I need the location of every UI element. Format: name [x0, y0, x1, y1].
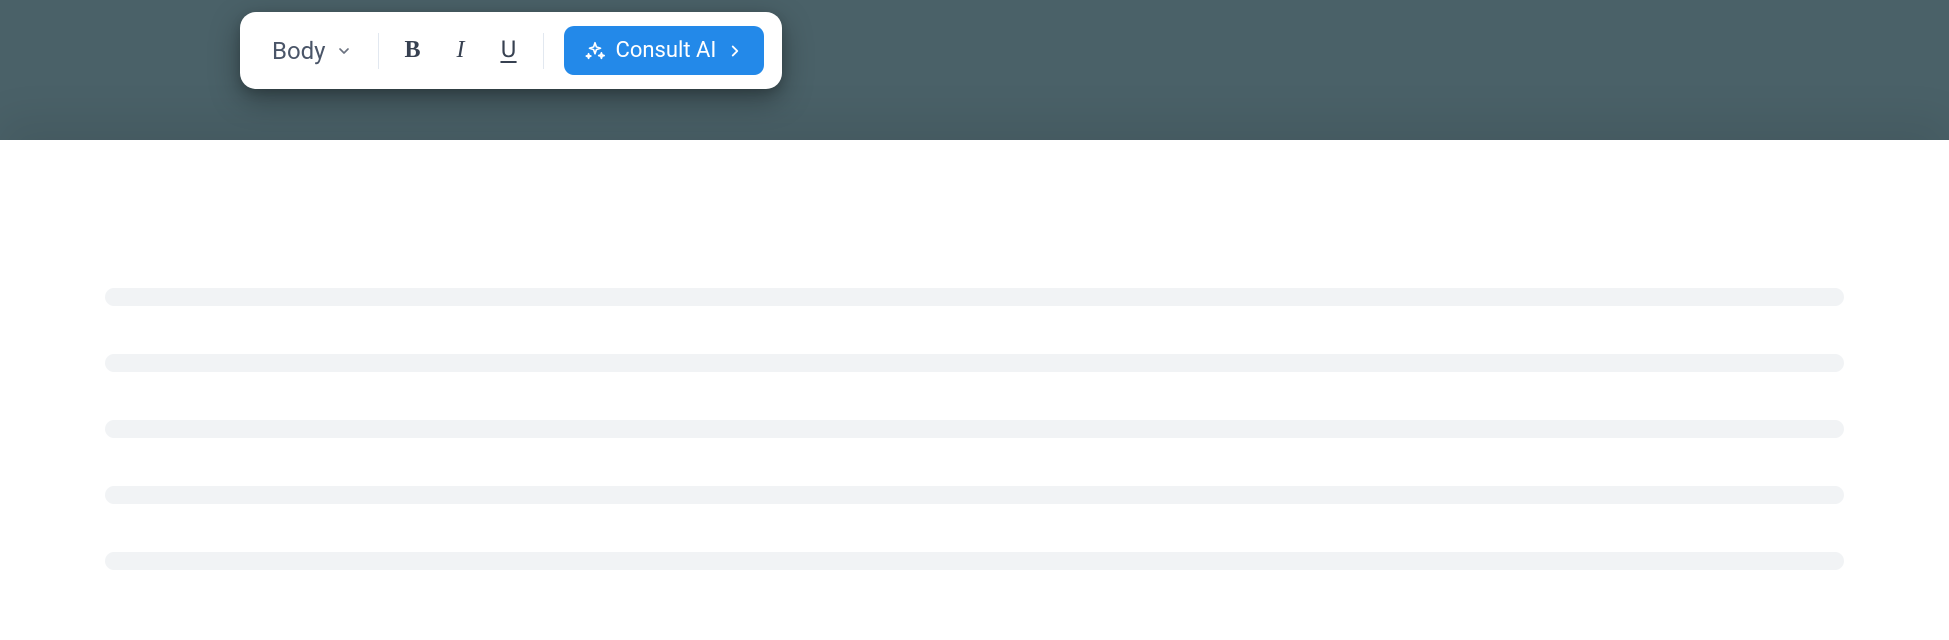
italic-button[interactable]: I [439, 29, 483, 73]
placeholder-line [105, 354, 1844, 372]
toolbar-divider [378, 33, 379, 69]
toolbar-divider [543, 33, 544, 69]
chevron-right-icon [726, 42, 744, 60]
italic-icon: I [457, 37, 465, 64]
placeholder-line [105, 486, 1844, 504]
document-canvas[interactable] [0, 140, 1949, 640]
ai-button-label: Consult AI [616, 38, 717, 63]
chevron-down-icon [336, 43, 352, 59]
bold-icon: B [405, 37, 421, 64]
bold-button[interactable]: B [391, 29, 435, 73]
placeholder-line [105, 420, 1844, 438]
underline-icon: U [500, 38, 516, 63]
placeholder-line [105, 288, 1844, 306]
consult-ai-button[interactable]: Consult AI [564, 26, 765, 75]
formatting-toolbar: Body B I U Consult AI [240, 12, 782, 89]
text-style-dropdown[interactable]: Body [258, 31, 366, 71]
document-placeholder [105, 288, 1844, 570]
sparkle-icon [584, 40, 606, 62]
text-style-label: Body [272, 37, 326, 65]
underline-button[interactable]: U [487, 29, 531, 73]
placeholder-line [105, 552, 1844, 570]
format-group: B I U [391, 29, 531, 73]
